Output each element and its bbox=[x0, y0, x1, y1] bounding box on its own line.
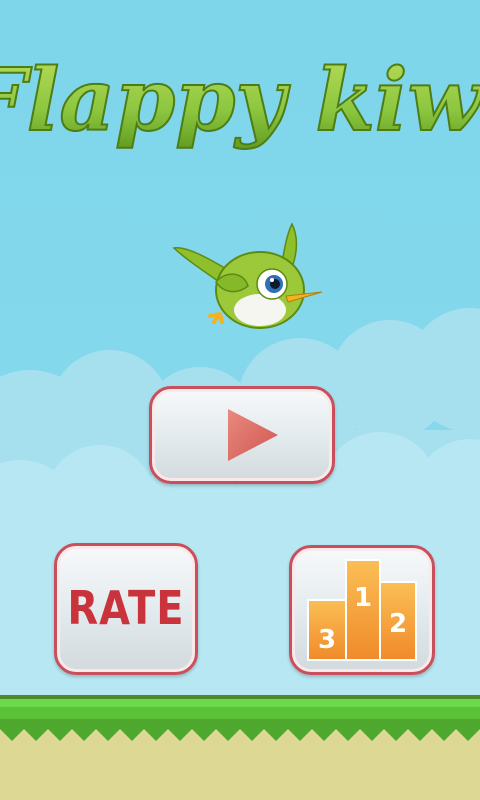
podium-place-3: 3 bbox=[318, 625, 336, 655]
rate-label: RATE bbox=[67, 582, 185, 636]
kiwi-bird-mascot bbox=[172, 222, 323, 329]
podium-place-2: 2 bbox=[389, 609, 407, 639]
play-button[interactable] bbox=[149, 386, 335, 484]
leaderboard-button[interactable]: 1 2 3 bbox=[289, 545, 435, 675]
game-title: Flappy kiwi bbox=[0, 18, 480, 168]
podium-icon: 1 2 3 bbox=[307, 559, 417, 661]
rate-button[interactable]: RATE bbox=[54, 543, 198, 675]
play-triangle-icon bbox=[228, 409, 278, 461]
podium-place-1: 1 bbox=[354, 583, 372, 613]
ground bbox=[0, 695, 480, 800]
title-text: Flappy kiwi bbox=[0, 50, 480, 151]
